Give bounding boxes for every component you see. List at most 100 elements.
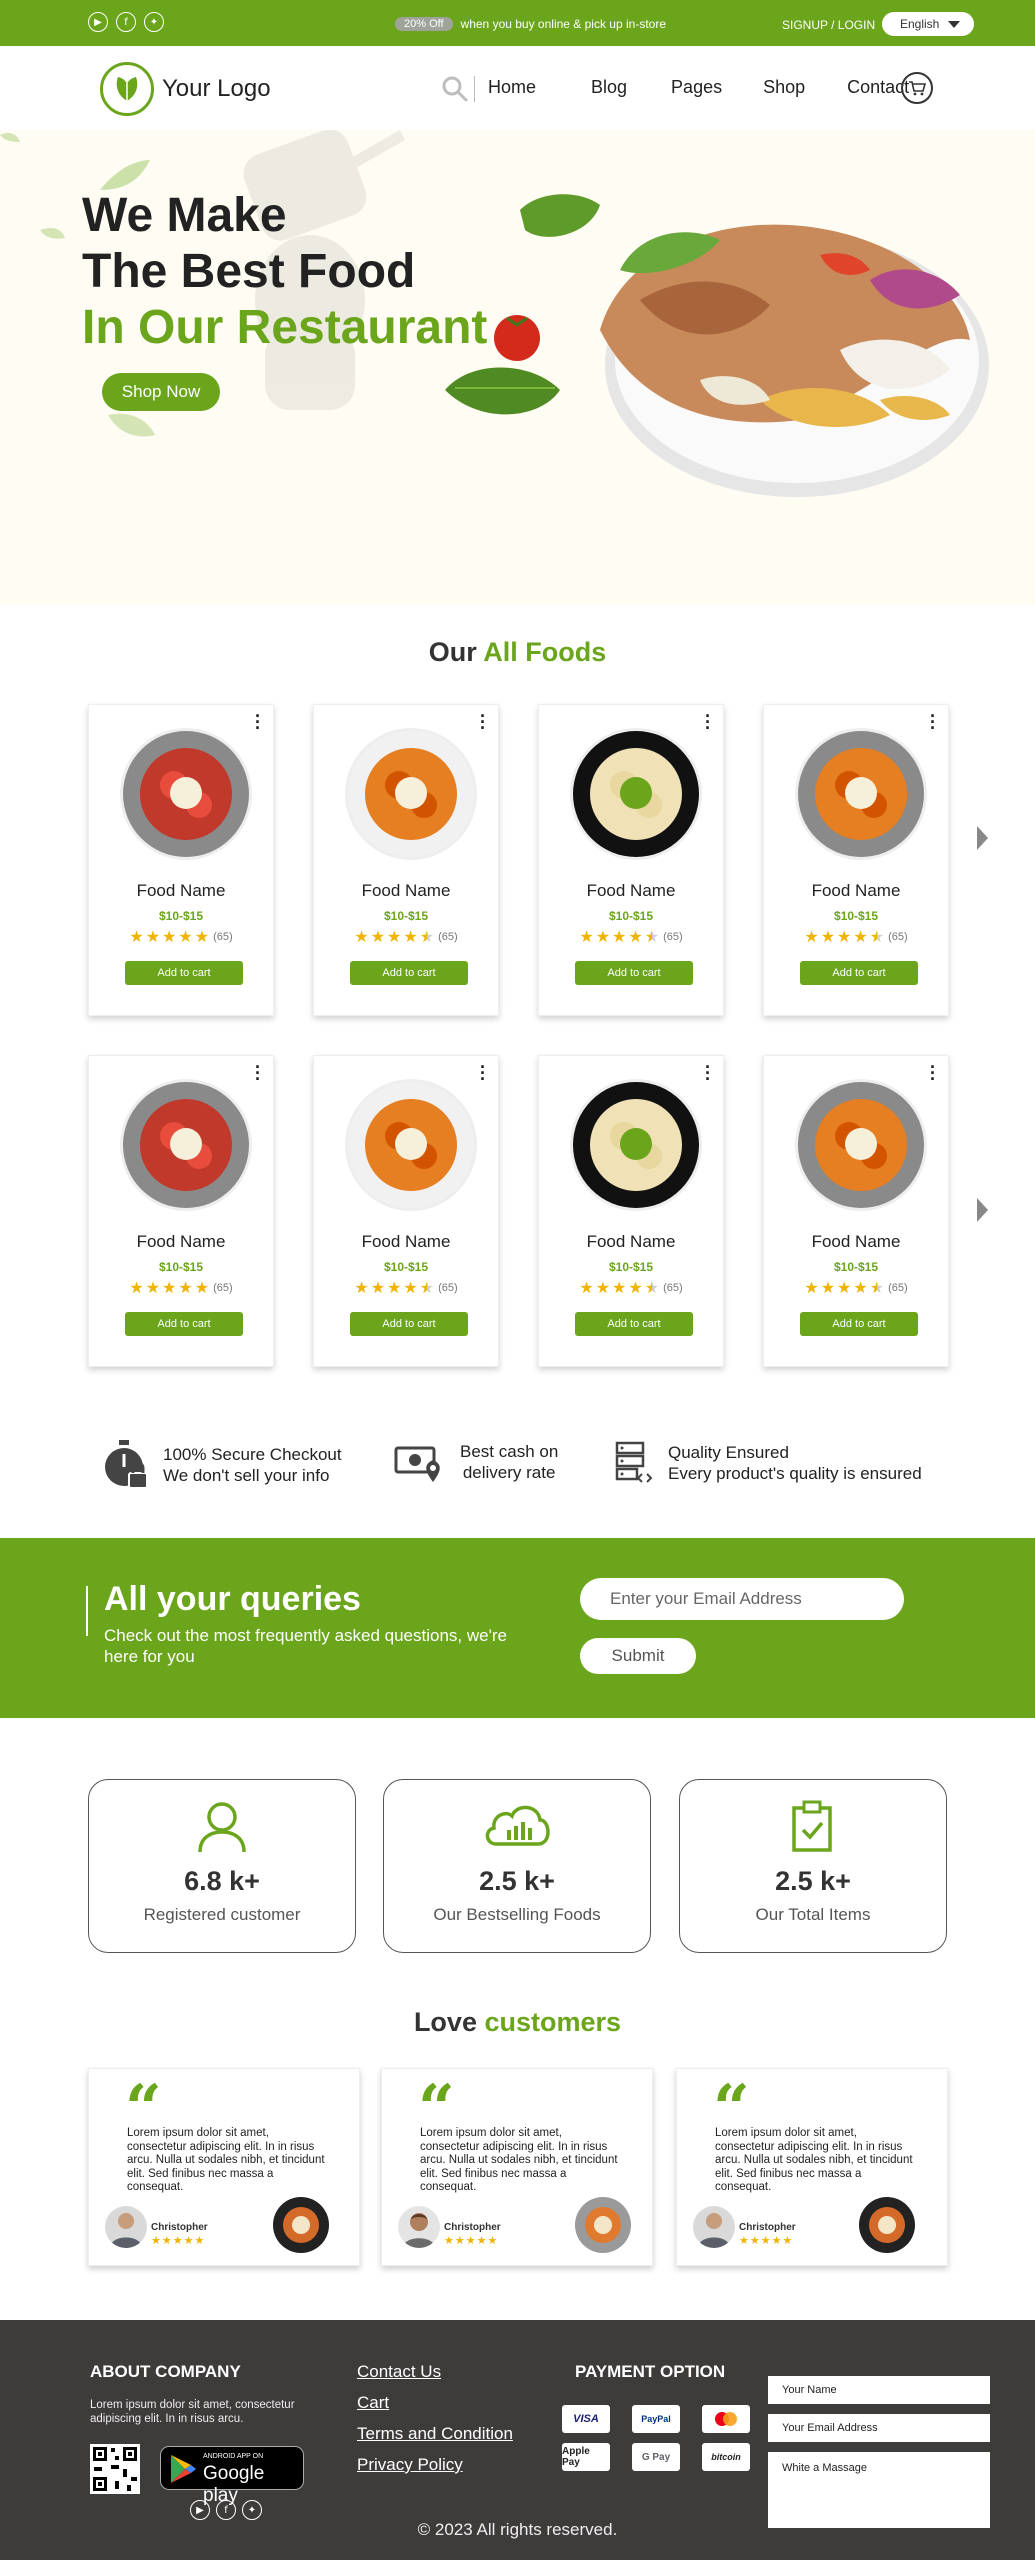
add-to-cart-button[interactable]: Add to cart bbox=[350, 961, 468, 985]
food-card[interactable]: · · · Food Name $10-$15 ★ ★ ★ ★ ★ (65) Add to c… bbox=[538, 1055, 724, 1367]
add-to-cart-button[interactable]: Add to cart bbox=[575, 1312, 693, 1336]
about-company-title: ABOUT COMPANY bbox=[90, 2362, 241, 2381]
star-icon: ★ bbox=[837, 1278, 852, 1297]
feature-2-line-1: Best cash on bbox=[460, 1442, 559, 1461]
feature-cash-on-delivery: Best cash on delivery rate bbox=[394, 1440, 558, 1484]
facebook-icon[interactable]: f bbox=[216, 2500, 236, 2520]
star-rating: ★★★★★ bbox=[739, 2234, 794, 2247]
star-icon: ★ bbox=[145, 1278, 161, 1297]
star-icon: ★ bbox=[853, 1278, 868, 1297]
add-to-cart-button[interactable]: Add to cart bbox=[575, 961, 693, 985]
more-options-icon[interactable]: · · · bbox=[255, 1058, 261, 1088]
star-icon: ★ bbox=[869, 927, 885, 946]
cart-button[interactable] bbox=[901, 72, 933, 104]
food-image bbox=[120, 728, 252, 860]
food-image bbox=[570, 1079, 702, 1211]
nav-shop[interactable]: Shop bbox=[763, 77, 805, 98]
food-card[interactable]: · · · Food Name $10-$15 ★ ★ ★ ★ ★ (65) Add to c… bbox=[313, 1055, 499, 1367]
food-name: Food Name bbox=[586, 881, 676, 900]
add-to-cart-button[interactable]: Add to cart bbox=[125, 1312, 243, 1336]
payment-methods: VISA PayPal Apple Pay G Pay bitcoin bbox=[562, 2405, 750, 2471]
feature-2-line-2: delivery rate bbox=[462, 1463, 556, 1482]
language-select[interactable]: English bbox=[882, 12, 974, 36]
footer-link-cart[interactable]: Cart bbox=[357, 2393, 513, 2413]
more-options-icon[interactable]: · · · bbox=[930, 1058, 936, 1088]
star-icon: ★ bbox=[595, 927, 611, 946]
food-image bbox=[120, 1079, 252, 1211]
food-price: $10-$15 bbox=[608, 909, 654, 923]
food-card[interactable]: · · · Food Name $10-$15 ★ ★ ★ ★ ★ (65) Add to c… bbox=[763, 704, 949, 1016]
nav-pages[interactable]: Pages bbox=[671, 77, 722, 98]
more-options-icon[interactable]: · · · bbox=[480, 1058, 486, 1088]
more-options-icon[interactable]: · · · bbox=[930, 707, 936, 737]
top-bar: ▶ f ✦ 20% Off when you buy online & pick… bbox=[0, 0, 1035, 46]
logo[interactable]: Your Logo bbox=[100, 62, 271, 116]
add-to-cart-button[interactable]: Add to cart bbox=[800, 961, 918, 985]
food-image bbox=[570, 728, 702, 860]
more-options-icon[interactable]: · · · bbox=[705, 1058, 711, 1088]
food-card[interactable]: · · · Food Name $10-$15 ★ ★ ★ ★ ★ (65) Add to c… bbox=[538, 704, 724, 1016]
add-to-cart-button[interactable]: Add to cart bbox=[800, 1312, 918, 1336]
nav-home[interactable]: Home bbox=[488, 77, 536, 98]
more-options-icon[interactable]: · · · bbox=[255, 707, 261, 737]
stat-label: Registered customer bbox=[143, 1905, 301, 1924]
review-count: (65) bbox=[438, 930, 458, 943]
queries-divider bbox=[86, 1586, 88, 1636]
food-card[interactable]: · · · Food Name $10-$15 ★ ★ ★ ★ ★ (65) Add to c… bbox=[763, 1055, 949, 1367]
star-icon: ★ bbox=[820, 1278, 836, 1297]
search-icon[interactable] bbox=[441, 75, 469, 108]
testimonial-author: Christopher bbox=[151, 2222, 208, 2233]
more-options-icon[interactable]: · · · bbox=[480, 707, 486, 737]
more-options-icon[interactable]: · · · bbox=[705, 707, 711, 737]
food-price: $10-$15 bbox=[158, 1260, 204, 1274]
star-icon: ★ bbox=[403, 1278, 418, 1297]
nav-contact[interactable]: Contact bbox=[847, 77, 909, 98]
message-field[interactable] bbox=[768, 2452, 990, 2528]
google-play-badge[interactable]: ANDROID APP ON Google play bbox=[160, 2446, 304, 2506]
food-card[interactable]: · · · Food Name $10-$15 ★ ★ ★ ★ ★ (65) Add to c… bbox=[88, 704, 274, 1016]
feature-secure-checkout: 100% Secure Checkout We don't sell your … bbox=[103, 1440, 342, 1490]
footer-link-contact[interactable]: Contact Us bbox=[357, 2362, 513, 2382]
food-image bbox=[345, 728, 477, 860]
food-image bbox=[795, 1079, 927, 1211]
star-icon: ★ bbox=[595, 1278, 611, 1297]
youtube-icon[interactable]: ▶ bbox=[190, 2500, 210, 2520]
submit-button[interactable]: Submit bbox=[580, 1638, 696, 1674]
food-card[interactable]: · · · Food Name $10-$15 ★ ★ ★ ★ ★ (65) Add to c… bbox=[88, 1055, 274, 1367]
email-field[interactable] bbox=[768, 2414, 990, 2442]
star-icon: ★ bbox=[178, 1278, 193, 1297]
footer-link-privacy[interactable]: Privacy Policy bbox=[357, 2455, 513, 2475]
footer-social-links: ▶ f ✦ bbox=[190, 2500, 262, 2520]
twitter-icon[interactable]: ✦ bbox=[144, 12, 164, 32]
next-arrow-icon[interactable] bbox=[977, 1198, 988, 1222]
twitter-icon[interactable]: ✦ bbox=[242, 2500, 262, 2520]
food-price: $10-$15 bbox=[158, 909, 204, 923]
newsletter-email-input[interactable] bbox=[580, 1578, 904, 1620]
server-quality-icon bbox=[615, 1441, 653, 1483]
footer-link-terms[interactable]: Terms and Condition bbox=[357, 2424, 513, 2444]
star-icon: ★ bbox=[612, 927, 627, 946]
name-field[interactable] bbox=[768, 2376, 990, 2404]
star-icon: ★ bbox=[579, 1278, 594, 1297]
star-icon: ★ bbox=[628, 1278, 643, 1297]
leaf-logo-icon bbox=[100, 62, 154, 116]
star-icon: ★ bbox=[129, 927, 144, 946]
star-icon: ★ bbox=[370, 1278, 386, 1297]
facebook-icon[interactable]: f bbox=[116, 12, 136, 32]
queries-section: All your queries Check out the most freq… bbox=[0, 1538, 1035, 1718]
hero-headline: We Make The Best Food In Our Restaurant bbox=[82, 188, 487, 356]
star-icon: ★ bbox=[628, 927, 643, 946]
add-to-cart-button[interactable]: Add to cart bbox=[350, 1312, 468, 1336]
food-card[interactable]: · · · Food Name $10-$15 ★ ★ ★ ★ ★ (65) Add to c… bbox=[313, 704, 499, 1016]
nav-blog[interactable]: Blog bbox=[591, 77, 627, 98]
add-to-cart-button[interactable]: Add to cart bbox=[125, 961, 243, 985]
signup-login-link[interactable]: SIGNUP / LOGIN bbox=[782, 18, 875, 32]
review-count: (65) bbox=[438, 1281, 458, 1294]
youtube-icon[interactable]: ▶ bbox=[88, 12, 108, 32]
footer-links: Contact Us Cart Terms and Condition Priv… bbox=[357, 2362, 513, 2475]
food-image bbox=[795, 728, 927, 860]
star-icon: ★ bbox=[387, 927, 402, 946]
next-arrow-icon[interactable] bbox=[977, 826, 988, 850]
star-icon: ★ bbox=[387, 1278, 402, 1297]
shop-now-button[interactable]: Shop Now bbox=[102, 373, 220, 411]
